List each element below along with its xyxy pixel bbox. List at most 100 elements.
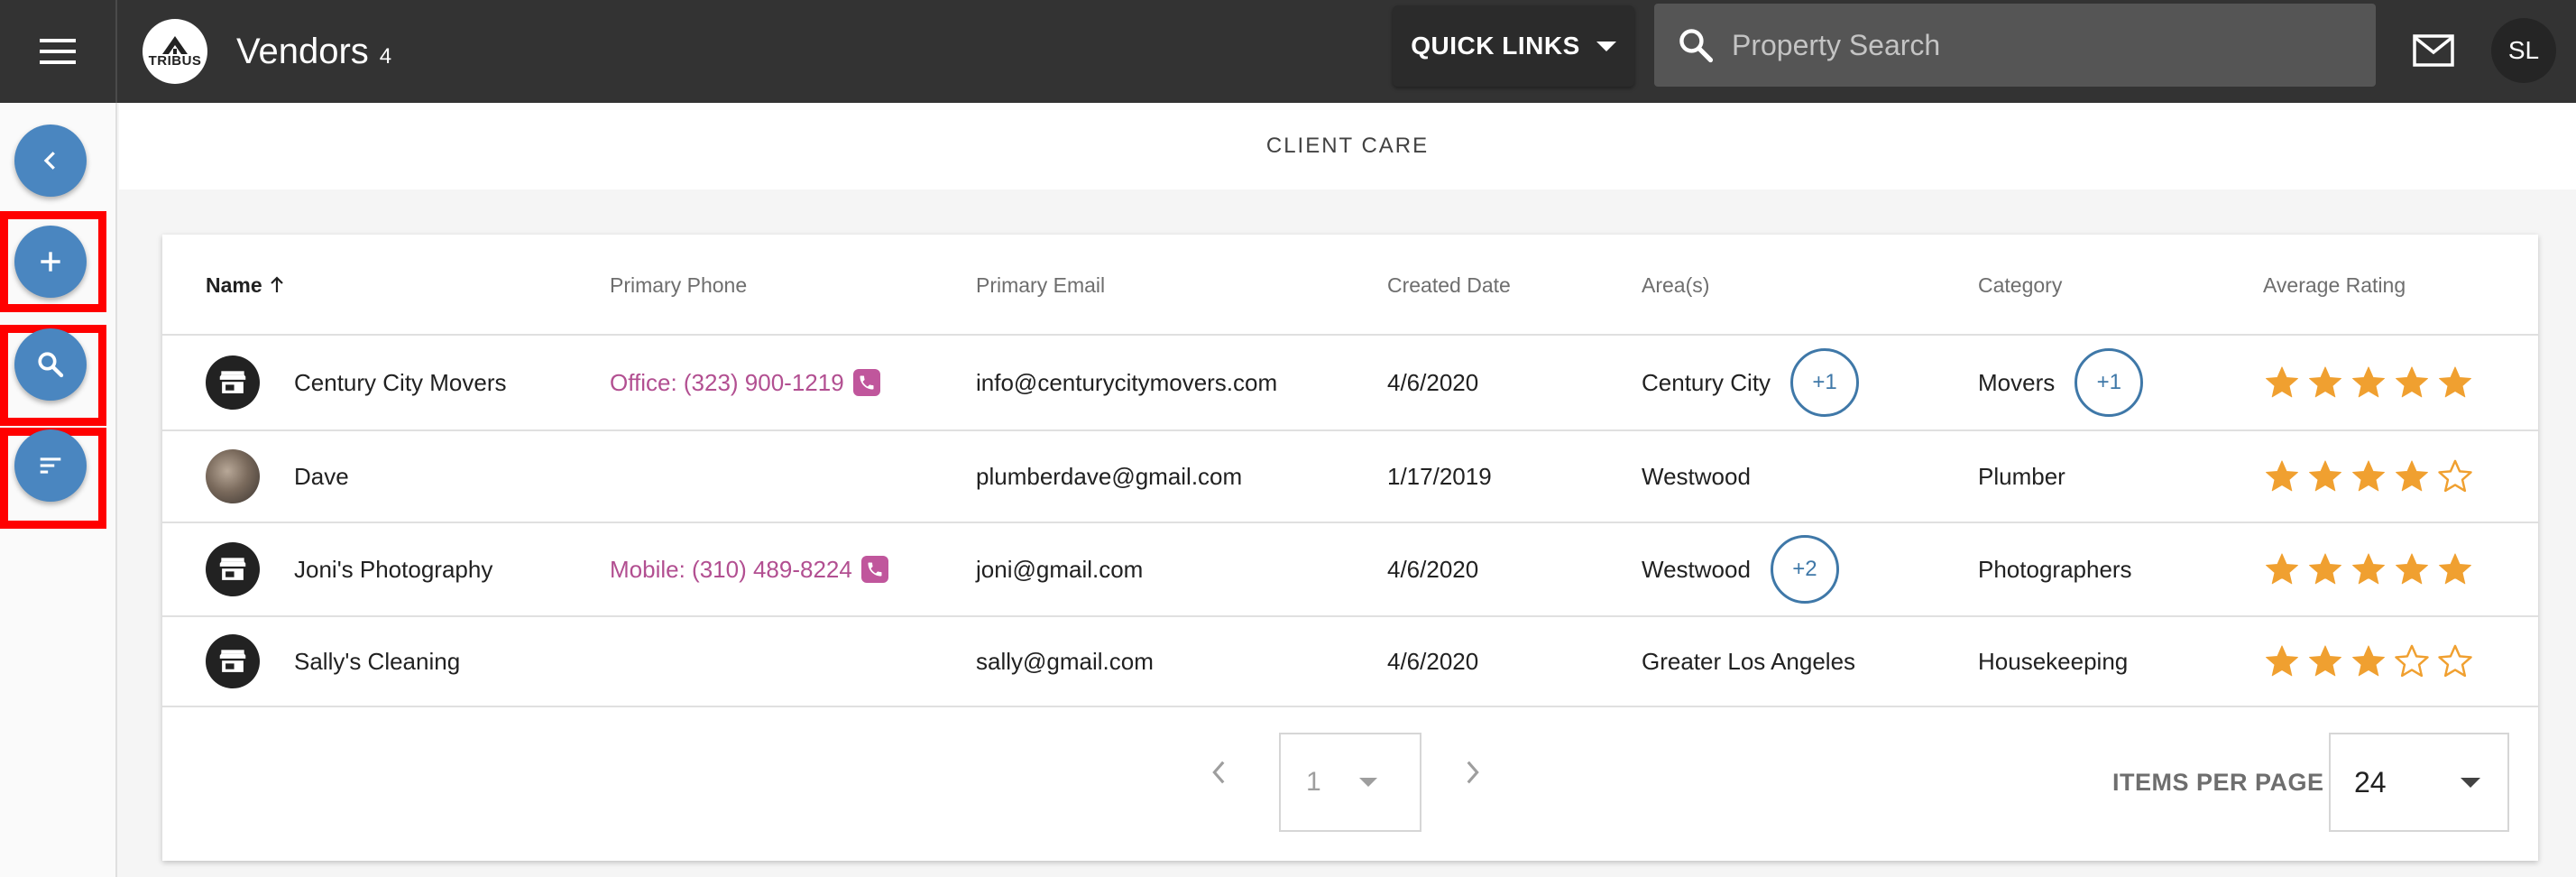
vendor-category: Housekeeping: [1978, 617, 2128, 706]
search-vendors-button[interactable]: [14, 328, 87, 401]
star-filled-icon: [2266, 460, 2298, 492]
page-title-text: Vendors: [236, 31, 369, 71]
vendor-category: Movers +1: [1978, 336, 2144, 429]
more-areas-chip[interactable]: +2: [1770, 535, 1839, 604]
table-row[interactable]: Dave plumberdave@gmail.com 1/17/2019 Wes…: [162, 431, 2538, 523]
dropdown-caret-icon: [2460, 777, 2480, 788]
dropdown-caret-icon: [1358, 778, 1377, 787]
vendor-phone-text: Mobile: (310) 489-8224: [610, 555, 852, 583]
store-icon: [206, 634, 260, 688]
vendor-name[interactable]: Joni's Photography: [294, 523, 492, 615]
column-header-email[interactable]: Primary Email: [976, 235, 1105, 336]
vendor-created-date: 4/6/2020: [1387, 647, 1479, 675]
sort-icon: [40, 457, 61, 474]
vendor-phone[interactable]: Mobile: (310) 489-8224: [610, 523, 888, 615]
vendor-email: plumberdave@gmail.com: [976, 462, 1243, 490]
quick-links-button[interactable]: QUICK LINKS: [1393, 5, 1634, 87]
average-rating: [2263, 523, 2479, 615]
search-icon: [1674, 23, 1717, 67]
column-header-name-label: Name: [206, 272, 262, 297]
star-filled-icon: [2309, 366, 2341, 398]
table-row[interactable]: Sally's Cleaning sally@gmail.com 4/6/202…: [162, 617, 2538, 707]
property-search[interactable]: [1654, 4, 2376, 87]
vendor-areas: Century City +1: [1642, 336, 1860, 429]
plus-icon: [41, 252, 60, 272]
vendor-category-text: Housekeeping: [1978, 647, 2129, 675]
current-page: 1: [1306, 767, 1321, 797]
add-vendor-button[interactable]: [14, 226, 87, 298]
phone-call-icon[interactable]: [860, 556, 888, 583]
star-outline-icon: [2438, 644, 2472, 678]
vendor-name[interactable]: Dave: [294, 431, 349, 522]
back-button[interactable]: [14, 125, 87, 197]
client-care-subheader: CLIENT CARE: [119, 103, 2576, 189]
vendor-category-text: Plumber: [1978, 462, 2065, 490]
page-number-select[interactable]: 1: [1279, 733, 1421, 832]
sort-arrow-up-icon: [270, 276, 283, 292]
vendor-area: Century City: [1642, 368, 1771, 396]
next-page-button[interactable]: [1447, 747, 1497, 798]
subheader-label: CLIENT CARE: [1265, 134, 1430, 158]
vendor-name[interactable]: Century City Movers: [294, 336, 507, 429]
table-header-row: Name Primary Phone Primary Email Created…: [162, 235, 2538, 336]
menu-button[interactable]: [0, 0, 117, 103]
mail-icon: [2413, 34, 2454, 67]
quick-links-label: QUICK LINKS: [1411, 32, 1580, 60]
more-areas-chip[interactable]: +1: [1790, 348, 1860, 417]
star-filled-icon: [2266, 645, 2298, 677]
page-title: Vendors 4: [236, 32, 391, 72]
vendor-areas: Westwood: [1642, 431, 1751, 522]
column-header-category[interactable]: Category: [1978, 235, 2062, 336]
star-outline-icon: [2395, 644, 2429, 678]
items-per-page-select[interactable]: 24: [2329, 733, 2509, 832]
column-header-phone-label: Primary Phone: [610, 272, 748, 297]
column-header-created[interactable]: Created Date: [1387, 235, 1511, 336]
sort-vendors-button[interactable]: [14, 429, 87, 502]
column-header-category-label: Category: [1978, 272, 2063, 297]
house-roof-icon: [162, 35, 188, 54]
star-filled-icon: [2352, 645, 2385, 677]
vendor-category: Plumber: [1978, 431, 2065, 522]
column-header-email-label: Primary Email: [976, 272, 1106, 297]
tribus-logo[interactable]: TRIBUS: [143, 19, 207, 84]
vendor-category-text: Movers: [1978, 368, 2056, 396]
vendor-name[interactable]: Sally's Cleaning: [294, 617, 460, 706]
star-filled-icon: [2439, 553, 2471, 585]
star-filled-icon: [2396, 553, 2428, 585]
column-header-rating-label: Average Rating: [2263, 272, 2406, 297]
items-per-page-label: ITEMS PER PAGE: [2112, 768, 2324, 796]
star-filled-icon: [2396, 460, 2428, 492]
star-filled-icon: [2309, 645, 2341, 677]
table-row[interactable]: Joni's Photography Mobile: (310) 489-822…: [162, 523, 2538, 617]
chevron-left-icon: [43, 152, 55, 170]
items-per-page-value: 24: [2354, 765, 2387, 799]
column-header-name[interactable]: Name: [206, 235, 288, 336]
vendor-photo-avatar: [206, 449, 260, 503]
star-filled-icon: [2352, 460, 2385, 492]
user-avatar[interactable]: SL: [2491, 18, 2556, 83]
side-action-rail: [0, 103, 117, 877]
vendor-phone-text: Office: (323) 900-1219: [610, 368, 844, 396]
user-initials: SL: [2507, 36, 2540, 64]
property-search-input[interactable]: [1730, 27, 2347, 63]
vendor-avatar-cell: [162, 431, 559, 522]
mail-button[interactable]: [2408, 25, 2459, 76]
star-filled-icon: [2266, 366, 2298, 398]
store-icon: [206, 542, 260, 596]
store-icon: [206, 355, 260, 410]
previous-page-button[interactable]: [1194, 747, 1245, 798]
vendors-table-card: Name Primary Phone Primary Email Created…: [162, 235, 2538, 861]
star-filled-icon: [2309, 460, 2341, 492]
average-rating: [2263, 617, 2479, 706]
column-header-phone[interactable]: Primary Phone: [610, 235, 747, 336]
vendor-phone[interactable]: Office: (323) 900-1219: [610, 336, 880, 429]
column-header-rating[interactable]: Average Rating: [2263, 235, 2406, 336]
vendor-areas: Greater Los Angeles: [1642, 617, 1855, 706]
table-row[interactable]: Century City Movers Office: (323) 900-12…: [162, 336, 2538, 431]
star-filled-icon: [2439, 366, 2471, 398]
vendor-category-text: Photographers: [1978, 555, 2132, 583]
more-categories-chip[interactable]: +1: [2075, 348, 2144, 417]
chevron-right-icon: [1467, 761, 1479, 784]
phone-call-icon[interactable]: [852, 369, 880, 396]
column-header-areas[interactable]: Area(s): [1642, 235, 1709, 336]
